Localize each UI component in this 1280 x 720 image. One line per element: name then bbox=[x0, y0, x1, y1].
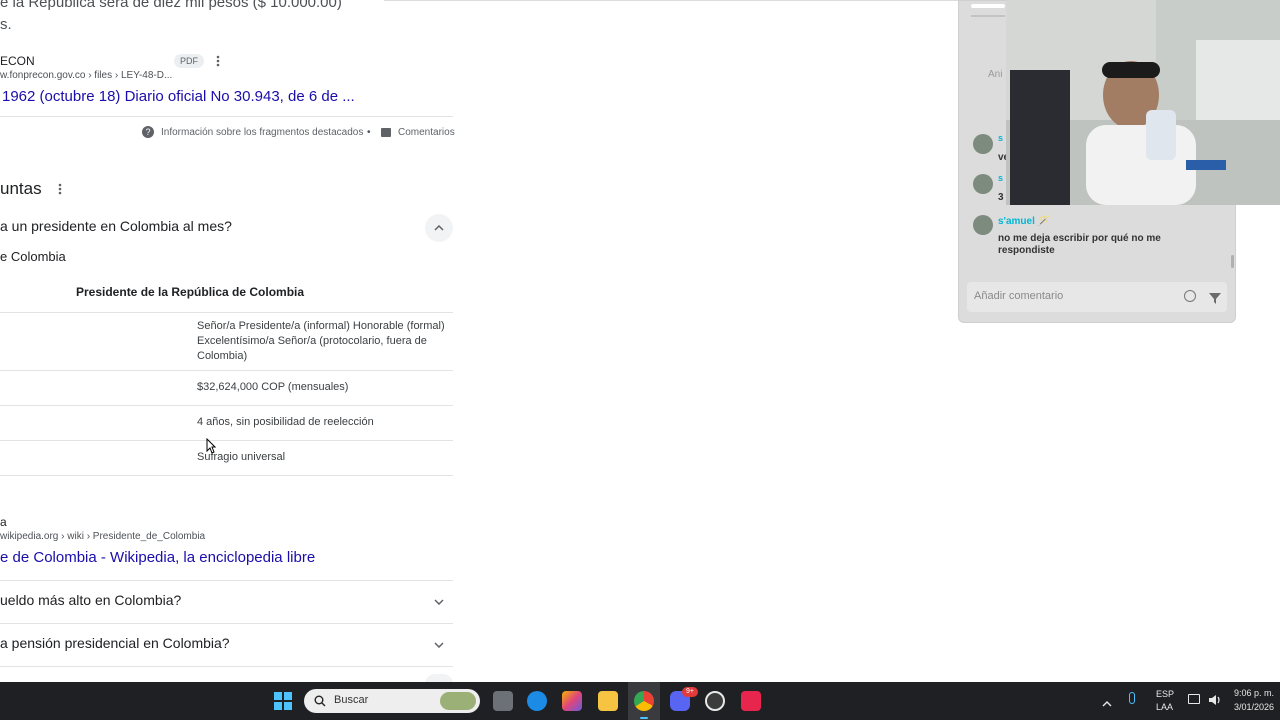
chat-partial-label: Ani bbox=[988, 69, 1003, 80]
paa-question-1-text: a un presidente en Colombia al mes? bbox=[0, 218, 232, 234]
result-url: w.fonprecon.gov.co › files › LEY-48-D... bbox=[0, 70, 173, 81]
chat-scrollbar[interactable] bbox=[1231, 255, 1234, 268]
discord-notification-badge: 9+ bbox=[682, 687, 698, 697]
chevron-down-icon[interactable] bbox=[425, 631, 453, 659]
taskbar-search-placeholder: Buscar bbox=[334, 694, 369, 706]
more-vert-icon[interactable] bbox=[56, 181, 64, 197]
taskbar: Buscar 9+ ESP LAA 9:06 p. m. 3/01/2026 bbox=[0, 682, 1280, 720]
source2-title-link[interactable]: e de Colombia - Wikipedia, la encicloped… bbox=[0, 549, 315, 566]
divider bbox=[0, 116, 453, 117]
source2-url: wikipedia.org › wiki › Presidente_de_Col… bbox=[0, 531, 206, 542]
help-circle-icon[interactable]: ? bbox=[142, 126, 154, 138]
wand-emoji: 🪄 bbox=[1037, 216, 1051, 227]
snippet-text-line2: s. bbox=[0, 16, 12, 33]
avatar bbox=[973, 215, 993, 235]
table-divider bbox=[0, 405, 453, 406]
top-divider bbox=[384, 0, 960, 1]
paa-question-2[interactable]: ueldo más alto en Colombia? bbox=[0, 580, 453, 622]
snippet-text-line1: e la República será de diez mil pesos ($… bbox=[0, 0, 342, 11]
chat-username: s bbox=[998, 173, 1004, 183]
paa-question-3[interactable]: a pensión presidencial en Colombia? bbox=[0, 623, 453, 665]
windows-start-icon[interactable] bbox=[274, 692, 292, 710]
task-view-icon[interactable] bbox=[493, 691, 513, 711]
table-cell: Señor/a Presidente/a (informal) Honorabl… bbox=[197, 320, 445, 362]
paa-heading: untas bbox=[0, 179, 42, 198]
paa-question-3-text: a pensión presidencial en Colombia? bbox=[0, 635, 230, 651]
clock-app-icon[interactable] bbox=[705, 691, 725, 711]
feedback-link[interactable]: Comentarios bbox=[398, 127, 455, 138]
chat-username: s'amuel 🪄 bbox=[998, 216, 1050, 227]
chat-username: s bbox=[998, 133, 1004, 143]
table-divider bbox=[0, 370, 453, 371]
comment-input[interactable]: Añadir comentario bbox=[967, 282, 1227, 312]
avatar bbox=[973, 134, 993, 154]
chat-username-text: s'amuel bbox=[998, 216, 1035, 227]
chevron-up-icon[interactable] bbox=[425, 214, 453, 242]
taskbar-search-box[interactable]: Buscar bbox=[304, 689, 480, 713]
table-divider bbox=[0, 475, 453, 476]
tiktok-icon[interactable] bbox=[741, 691, 761, 711]
separator-dot: • bbox=[367, 127, 371, 138]
microphone-icon[interactable] bbox=[1129, 692, 1135, 704]
search-highlight-image bbox=[440, 692, 476, 710]
table-header: Presidente de la República de Colombia bbox=[76, 285, 305, 299]
webcam-feed bbox=[1006, 0, 1280, 205]
chat-message: no me deja escribir por qué no me respon… bbox=[998, 233, 1161, 256]
about-snippets-link[interactable]: Información sobre los fragmentos destaca… bbox=[161, 127, 363, 138]
search-icon bbox=[314, 695, 326, 707]
table-divider bbox=[0, 312, 453, 313]
source2-name: a bbox=[0, 515, 7, 529]
answer-title: e Colombia bbox=[0, 249, 66, 264]
search-results-page: e la República será de diez mil pesos ($… bbox=[0, 0, 960, 682]
result-title-link[interactable]: 1962 (octubre 18) Diario oficial No 30.9… bbox=[2, 88, 355, 105]
edge-browser-icon[interactable] bbox=[527, 691, 547, 711]
emoji-icon[interactable] bbox=[1184, 290, 1196, 302]
chevron-down-icon[interactable] bbox=[425, 674, 453, 682]
volume-icon[interactable] bbox=[1208, 693, 1221, 711]
chrome-icon[interactable] bbox=[634, 691, 654, 711]
divider bbox=[0, 666, 453, 667]
clock-date[interactable]: 3/01/2026 bbox=[1234, 702, 1274, 712]
paa-question-2-text: ueldo más alto en Colombia? bbox=[0, 592, 182, 608]
send-icon[interactable] bbox=[1209, 291, 1221, 309]
chat-message: 3 bbox=[998, 192, 1004, 203]
copilot-icon[interactable] bbox=[562, 691, 582, 711]
table-cell: 4 años, sin posibilidad de reelección bbox=[197, 416, 374, 428]
language-bottom[interactable]: LAA bbox=[1156, 702, 1173, 712]
language-top[interactable]: ESP bbox=[1156, 689, 1174, 699]
divider bbox=[971, 15, 1005, 17]
table-cell: $32,624,000 COP (mensuales) bbox=[197, 381, 349, 393]
file-explorer-icon[interactable] bbox=[598, 691, 618, 711]
feedback-icon[interactable] bbox=[381, 128, 391, 137]
network-icon[interactable] bbox=[1188, 694, 1200, 704]
mouse-cursor-icon bbox=[206, 437, 217, 459]
table-divider bbox=[0, 440, 453, 441]
source-name: ECON bbox=[0, 54, 35, 68]
comment-placeholder: Añadir comentario bbox=[974, 290, 1064, 302]
avatar bbox=[973, 174, 993, 194]
paa-question-1[interactable]: a un presidente en Colombia al mes? bbox=[0, 206, 453, 248]
chevron-down-icon[interactable] bbox=[425, 588, 453, 616]
more-vert-icon[interactable] bbox=[211, 52, 225, 70]
chevron-up-icon[interactable] bbox=[1102, 694, 1112, 712]
pdf-badge: PDF bbox=[174, 54, 204, 68]
clock-time[interactable]: 9:06 p. m. bbox=[1234, 688, 1274, 698]
active-indicator bbox=[640, 717, 648, 719]
drag-handle[interactable] bbox=[971, 4, 1005, 8]
